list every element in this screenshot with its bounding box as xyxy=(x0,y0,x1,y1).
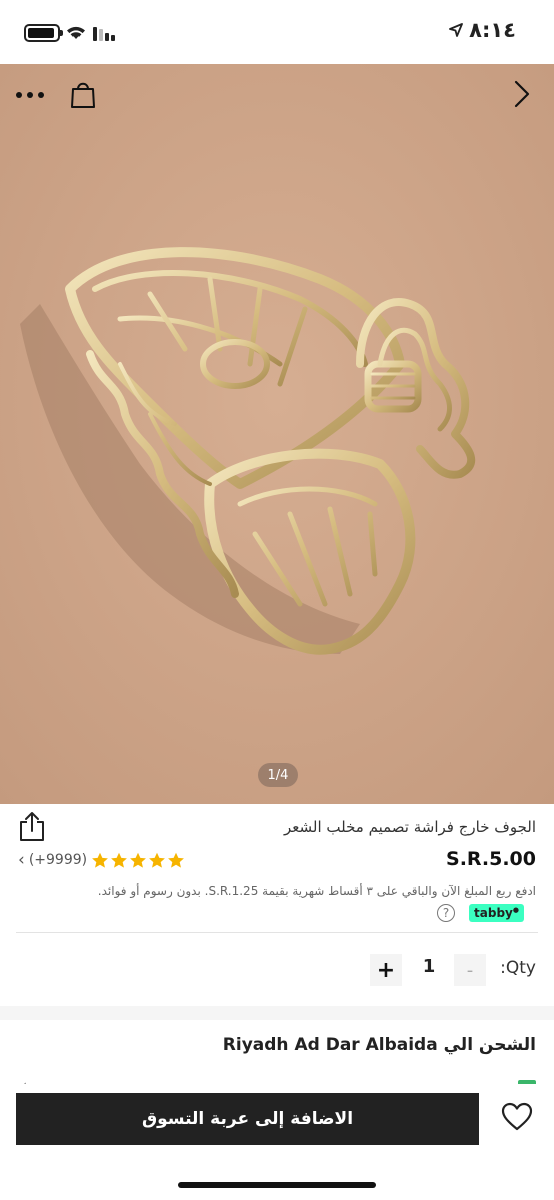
location-arrow-icon xyxy=(449,23,464,37)
product-title: الجوف خارج فراشة تصميم مخلب الشعر xyxy=(284,818,536,836)
home-indicator xyxy=(178,1182,376,1188)
rating-reviews-link[interactable]: ‹ (+9999) xyxy=(18,850,185,870)
star-icon xyxy=(168,852,185,868)
help-icon[interactable]: ? xyxy=(437,904,456,922)
more-options-button[interactable] xyxy=(12,80,48,110)
clock-time: ٨:١٤ xyxy=(469,18,516,42)
tabby-badge: tabby● xyxy=(469,904,524,922)
tabby-row: ? tabby● xyxy=(437,904,524,922)
qty-increase-button[interactable]: + xyxy=(370,954,402,986)
cart-button[interactable] xyxy=(66,76,100,112)
wishlist-button[interactable] xyxy=(501,1102,535,1134)
qty-value: 1 xyxy=(422,956,436,977)
add-to-cart-button[interactable]: الاضافة إلى عربة التسوق xyxy=(16,1093,479,1145)
qty-label: :Qty xyxy=(500,958,536,978)
divider xyxy=(16,932,538,933)
chevron-left-icon: ‹ xyxy=(18,850,25,870)
shipping-destination[interactable]: الشحن الي Riyadh Ad Dar Albaida xyxy=(223,1035,536,1055)
product-price: S.R.5.00 xyxy=(446,848,536,870)
review-count: (+9999) xyxy=(28,852,88,868)
status-bar: ٨:١٤ xyxy=(0,0,554,64)
chevron-right-icon xyxy=(514,80,530,108)
share-icon xyxy=(20,812,44,841)
heart-icon xyxy=(501,1102,533,1131)
product-image-gallery[interactable]: 1/4 xyxy=(0,64,554,804)
qty-decrease-button[interactable]: - xyxy=(454,954,486,986)
star-icon xyxy=(92,852,109,868)
product-photo xyxy=(0,64,554,804)
battery-icon xyxy=(24,24,63,42)
image-page-indicator: 1/4 xyxy=(258,763,298,787)
shopping-bag-icon xyxy=(71,82,95,108)
more-icon xyxy=(16,92,44,98)
installment-info: ادفع ربع المبلغ الآن والباقي على ٣ أقساط… xyxy=(97,884,536,898)
next-image-button[interactable] xyxy=(508,76,536,112)
section-separator xyxy=(0,1006,554,1020)
rating-stars xyxy=(91,852,185,869)
star-icon xyxy=(149,852,166,868)
star-icon xyxy=(111,852,128,868)
signal-icon xyxy=(93,25,115,41)
bottom-action-bar: الاضافة إلى عربة التسوق xyxy=(0,1084,554,1200)
star-icon xyxy=(130,852,147,868)
wifi-icon xyxy=(67,26,85,39)
share-button[interactable] xyxy=(18,810,48,844)
